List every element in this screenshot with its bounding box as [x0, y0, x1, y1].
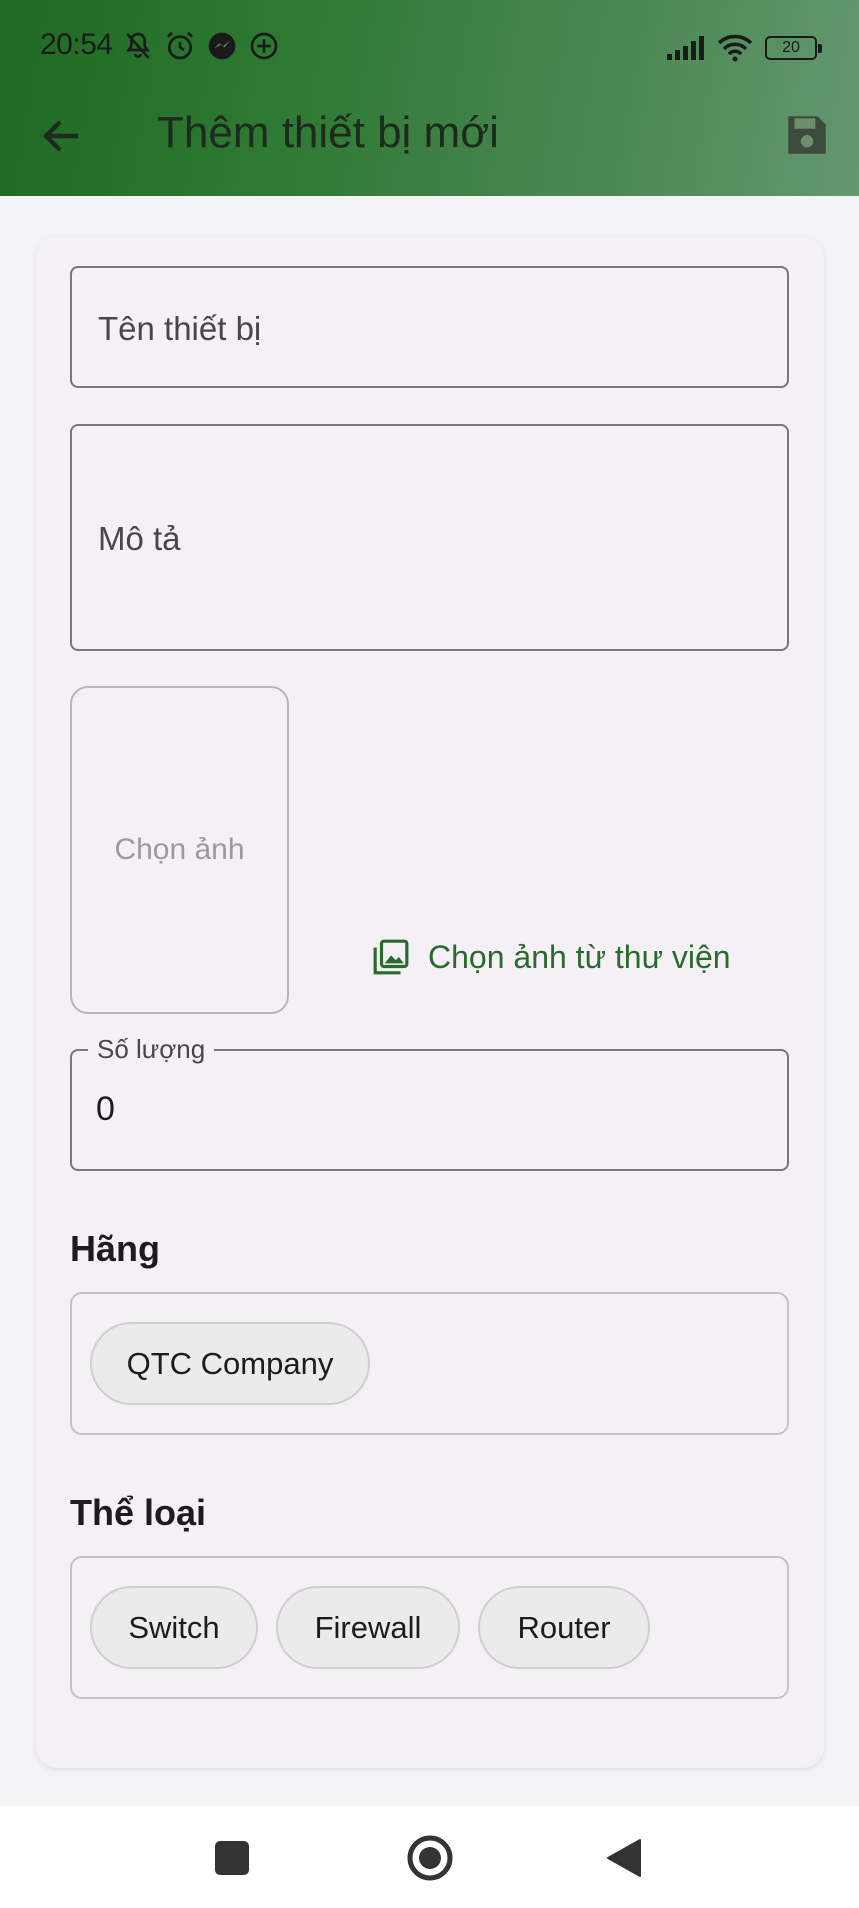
brand-section-title: Hãng — [70, 1228, 160, 1269]
category-chip-group: Switch Firewall Router — [70, 1556, 789, 1699]
image-picker[interactable]: Chọn ảnh — [70, 686, 289, 1014]
app-bar: 20:54 20 Thêm thiết bị mới — [0, 0, 859, 196]
status-time: 20:54 — [40, 28, 113, 61]
choose-from-gallery-button[interactable]: Chọn ảnh từ thư viện — [372, 938, 731, 976]
brand-chip[interactable]: QTC Company — [90, 1322, 370, 1405]
description-field[interactable]: Mô tả — [70, 424, 789, 651]
category-chip-router[interactable]: Router — [478, 1586, 650, 1669]
plus-circle-icon — [250, 32, 278, 60]
battery-icon: 20 — [765, 36, 822, 60]
device-name-field[interactable]: Tên thiết bị — [70, 266, 789, 388]
home-icon[interactable] — [406, 1834, 454, 1882]
category-chip-switch[interactable]: Switch — [90, 1586, 258, 1669]
status-icons-left — [122, 30, 280, 62]
category-section-title: Thể loại — [70, 1492, 207, 1533]
category-chip-firewall[interactable]: Firewall — [276, 1586, 460, 1669]
recent-apps-icon[interactable] — [214, 1840, 250, 1876]
save-icon[interactable] — [782, 110, 832, 160]
wifi-icon — [717, 34, 753, 62]
gallery-icon — [373, 939, 409, 975]
brand-chip-group: QTC Company — [70, 1292, 789, 1435]
signal-icon — [667, 36, 704, 60]
messenger-icon — [208, 32, 236, 60]
system-nav-bar — [0, 1806, 859, 1908]
device-name-label: Tên thiết bị — [98, 310, 262, 347]
status-icons-right: 20 — [667, 34, 822, 62]
image-picker-placeholder: Chọn ảnh — [114, 833, 245, 866]
bell-off-icon — [126, 32, 150, 59]
quantity-field[interactable] — [70, 1049, 789, 1171]
quantity-value: 0 — [96, 1090, 115, 1128]
arrow-back-icon[interactable] — [38, 112, 86, 160]
choose-from-gallery-label: Chọn ảnh từ thư viện — [428, 938, 731, 975]
quantity-label: Số lượng — [88, 1034, 215, 1065]
alarm-icon — [167, 31, 193, 60]
description-label: Mô tả — [98, 520, 181, 557]
status-bar: 20:54 20 — [0, 0, 859, 96]
back-triangle-icon[interactable] — [606, 1838, 642, 1878]
page-title: Thêm thiết bị mới — [157, 108, 499, 157]
